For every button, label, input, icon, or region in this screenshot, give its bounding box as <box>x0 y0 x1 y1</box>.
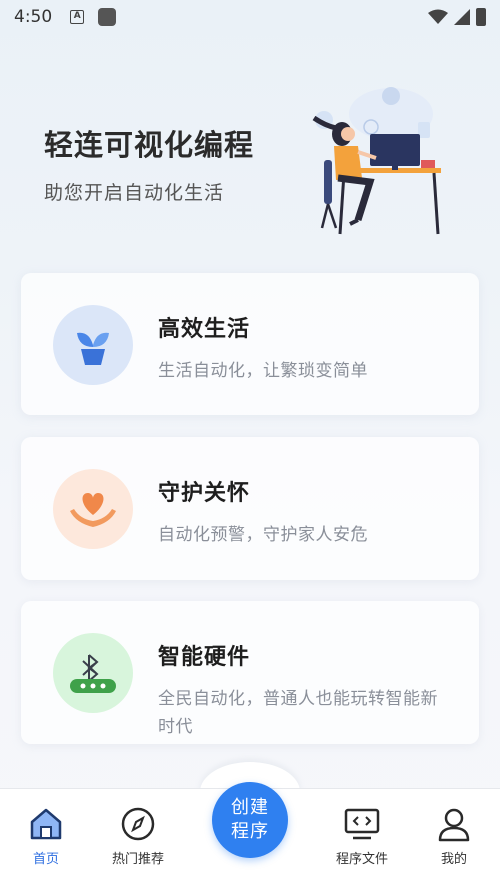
card-description: 全民自动化，普通人也能玩转智能新时代 <box>158 689 438 737</box>
tab-hot-recommend[interactable]: 热门推荐 <box>98 806 178 867</box>
wifi-icon <box>428 9 448 24</box>
heart-hands-icon <box>70 493 116 527</box>
card-icon-bg <box>53 305 133 385</box>
status-indicators <box>428 8 486 26</box>
page-subtitle: 助您开启自动化生活 <box>44 182 225 204</box>
card-title: 守护关怀 <box>158 481 251 506</box>
card-title: 高效生活 <box>158 317 251 342</box>
hero-section: 轻连可视化编程 助您开启自动化生活 <box>44 122 254 205</box>
user-icon <box>438 808 470 842</box>
tab-home[interactable]: 首页 <box>6 806 86 867</box>
tab-mine[interactable]: 我的 <box>414 806 494 867</box>
feature-card-care[interactable]: 守护关怀 自动化预警，守护家人安危 <box>21 437 479 580</box>
card-icon-bg <box>53 633 133 713</box>
code-monitor-icon <box>344 808 380 840</box>
tab-files-label: 程序文件 <box>335 852 388 867</box>
card-icon-bg <box>53 469 133 549</box>
app-square-icon <box>98 8 117 26</box>
page-title: 轻连可视化编程 <box>44 128 255 162</box>
app-notification-icon: A <box>70 10 85 24</box>
bluetooth-device-icon <box>70 654 116 693</box>
plant-icon <box>77 332 109 365</box>
tab-home-label: 首页 <box>32 852 59 867</box>
tab-program-files[interactable]: 程序文件 <box>322 806 402 867</box>
card-description: 生活自动化，让繁琐变简单 <box>158 361 368 381</box>
card-description: 自动化预警，守护家人安危 <box>158 525 368 545</box>
home-icon <box>30 808 62 840</box>
create-button-line1: 创建 <box>231 797 269 818</box>
tab-mine-label: 我的 <box>440 852 467 867</box>
status-time: 4:50 <box>14 7 53 27</box>
create-program-button[interactable]: 创建 程序 <box>212 782 288 858</box>
card-text: 高效生活 生活自动化，让繁琐变简单 <box>158 311 448 385</box>
card-text: 智能硬件 全民自动化，普通人也能玩转智能新时代 <box>158 639 448 741</box>
card-text: 守护关怀 自动化预警，守护家人安危 <box>158 475 448 549</box>
tab-hot-label: 热门推荐 <box>111 852 164 867</box>
feature-card-efficient-life[interactable]: 高效生活 生活自动化，让繁琐变简单 <box>21 273 479 415</box>
create-button-line2: 程序 <box>231 821 269 842</box>
signal-icon <box>454 9 470 25</box>
card-title: 智能硬件 <box>158 645 251 670</box>
hero-illustration <box>312 87 441 235</box>
compass-icon <box>121 807 155 841</box>
battery-icon <box>476 8 486 26</box>
feature-card-smart-hardware[interactable]: 智能硬件 全民自动化，普通人也能玩转智能新时代 <box>21 601 479 744</box>
status-bar: 4:50 A <box>0 0 500 34</box>
